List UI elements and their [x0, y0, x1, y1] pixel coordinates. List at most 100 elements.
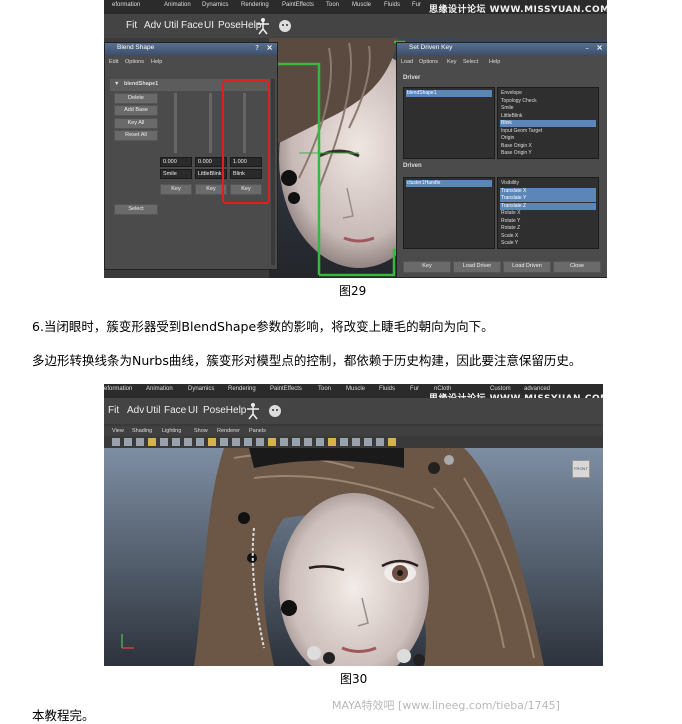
list-item[interactable]: blendShape1	[406, 90, 492, 97]
menu-lighting[interactable]: Lighting	[162, 428, 181, 434]
menu-view[interactable]: View	[112, 428, 124, 434]
load-driver-button[interactable]: Load Driver	[453, 261, 501, 273]
scrollbar[interactable]	[271, 79, 275, 265]
list-item[interactable]: Topology Check	[500, 98, 596, 105]
help-icon[interactable]: ?	[255, 44, 259, 52]
menu-key[interactable]: Key	[447, 59, 456, 65]
list-item[interactable]: Visibility	[500, 180, 596, 187]
smile-weight-field[interactable]: 0.000	[160, 157, 192, 167]
list-item[interactable]: Base Origin Y	[500, 150, 596, 157]
toolbar-icon[interactable]	[376, 438, 384, 446]
shelf-button-util[interactable]: Util	[146, 405, 160, 416]
menu-select[interactable]: Select	[463, 59, 478, 65]
shelf-button-posehelp[interactable]: PoseHelp	[203, 405, 246, 416]
close-icon[interactable]: ×	[596, 43, 603, 52]
tab[interactable]: Dynamics	[188, 386, 214, 392]
tab[interactable]: Muscle	[346, 386, 365, 392]
toolbar-icon[interactable]	[364, 438, 372, 446]
list-item[interactable]: Translate Z	[500, 202, 596, 210]
list-item[interactable]: Translate X	[500, 187, 596, 195]
load-driven-button[interactable]: Load Driven	[503, 261, 551, 273]
shelf-button-adv[interactable]: Adv	[127, 405, 144, 416]
minimize-icon[interactable]: –	[586, 44, 590, 52]
tab[interactable]: Rendering	[228, 386, 256, 392]
menu-load[interactable]: Load	[401, 59, 413, 65]
littleblink-slider[interactable]	[209, 93, 212, 153]
tab[interactable]: PaintEffects	[270, 386, 302, 392]
toolbar-icon[interactable]	[256, 438, 264, 446]
toolbar-icon[interactable]	[280, 438, 288, 446]
driven-attr-list[interactable]: Visibility Translate X Translate Y Translat…	[497, 177, 599, 249]
toolbar-icon[interactable]	[388, 438, 396, 446]
toolbar-icon[interactable]	[232, 438, 240, 446]
shelf-button-face[interactable]: Face	[164, 405, 186, 416]
menu-show[interactable]: Show	[194, 428, 208, 434]
toolbar-icon[interactable]	[220, 438, 228, 446]
toolbar-icon[interactable]	[172, 438, 180, 446]
add-base-button[interactable]: Add Base	[114, 105, 158, 116]
smile-target-name[interactable]: Smile	[160, 169, 192, 179]
list-item[interactable]: Envelope	[500, 90, 596, 97]
face-icon[interactable]	[268, 404, 282, 418]
list-item[interactable]: LittleBlink	[500, 113, 596, 120]
toolbar-icon[interactable]	[136, 438, 144, 446]
key-all-button[interactable]: Key All	[114, 118, 158, 129]
toolbar-icon[interactable]	[292, 438, 300, 446]
list-item[interactable]: Scale X	[500, 233, 596, 240]
menu-help[interactable]: Help	[489, 59, 500, 65]
tab[interactable]: Toon	[318, 386, 331, 392]
smile-key-button[interactable]: Key	[160, 184, 192, 195]
list-item[interactable]: Rotate Z	[500, 225, 596, 232]
menu-shading[interactable]: Shading	[132, 428, 152, 434]
list-item[interactable]: Rotate Y	[500, 218, 596, 225]
toolbar-icon[interactable]	[208, 438, 216, 446]
blend-shape-titlebar[interactable]: Blend Shape	[105, 43, 277, 55]
toolbar-icon[interactable]	[352, 438, 360, 446]
list-item[interactable]: Rotate X	[500, 210, 596, 217]
toolbar-icon[interactable]	[196, 438, 204, 446]
toolbar-icon[interactable]	[244, 438, 252, 446]
list-item[interactable]: Smile	[500, 105, 596, 112]
toolbar-icon[interactable]	[340, 438, 348, 446]
tab[interactable]: eformation	[104, 386, 132, 392]
list-item[interactable]: Blink	[500, 120, 596, 127]
list-item[interactable]: Origin	[500, 135, 596, 142]
toolbar-icon[interactable]	[304, 438, 312, 446]
menu-help[interactable]: Help	[151, 59, 162, 65]
skeleton-figure-icon[interactable]	[246, 402, 260, 420]
shelf-button-ui[interactable]: UI	[188, 405, 198, 416]
toolbar-icon[interactable]	[316, 438, 324, 446]
toolbar-icon[interactable]	[112, 438, 120, 446]
toolbar-icon[interactable]	[184, 438, 192, 446]
list-item[interactable]: Base Origin X	[500, 143, 596, 150]
menu-edit[interactable]: Edit	[109, 59, 118, 65]
close-button[interactable]: Close	[553, 261, 601, 273]
tab[interactable]: Fluids	[379, 386, 395, 392]
toolbar-icon[interactable]	[124, 438, 132, 446]
menu-options[interactable]: Options	[419, 59, 438, 65]
view-cube[interactable]: FRONT	[572, 460, 590, 478]
list-item[interactable]: Translate Y	[500, 195, 596, 202]
toolbar-icon[interactable]	[328, 438, 336, 446]
toolbar-icon[interactable]	[268, 438, 276, 446]
close-icon[interactable]: ×	[266, 43, 273, 52]
list-item[interactable]: Scale Y	[500, 240, 596, 247]
collapse-arrow-icon[interactable]: ▼	[114, 81, 119, 87]
select-button[interactable]: Select	[114, 204, 158, 215]
menu-renderer[interactable]: Renderer	[217, 428, 240, 434]
menu-panels[interactable]: Panels	[249, 428, 266, 434]
key-button[interactable]: Key	[403, 261, 451, 273]
driver-node-list[interactable]: blendShape1	[403, 87, 495, 159]
list-item[interactable]: cluster1Handle	[406, 180, 492, 187]
delete-button[interactable]: Delete	[114, 93, 158, 104]
menu-options[interactable]: Options	[125, 59, 144, 65]
tab[interactable]: Animation	[146, 386, 173, 392]
smile-slider[interactable]	[174, 93, 177, 153]
toolbar-icon[interactable]	[148, 438, 156, 446]
reset-all-button[interactable]: Reset All	[114, 130, 158, 141]
list-item[interactable]: Input Geom Target	[500, 128, 596, 135]
shelf-button-fit[interactable]: Fit	[108, 405, 119, 416]
tab[interactable]: Fur	[410, 386, 419, 392]
driven-node-list[interactable]: cluster1Handle	[403, 177, 495, 249]
viewport-face-render[interactable]	[104, 448, 603, 666]
